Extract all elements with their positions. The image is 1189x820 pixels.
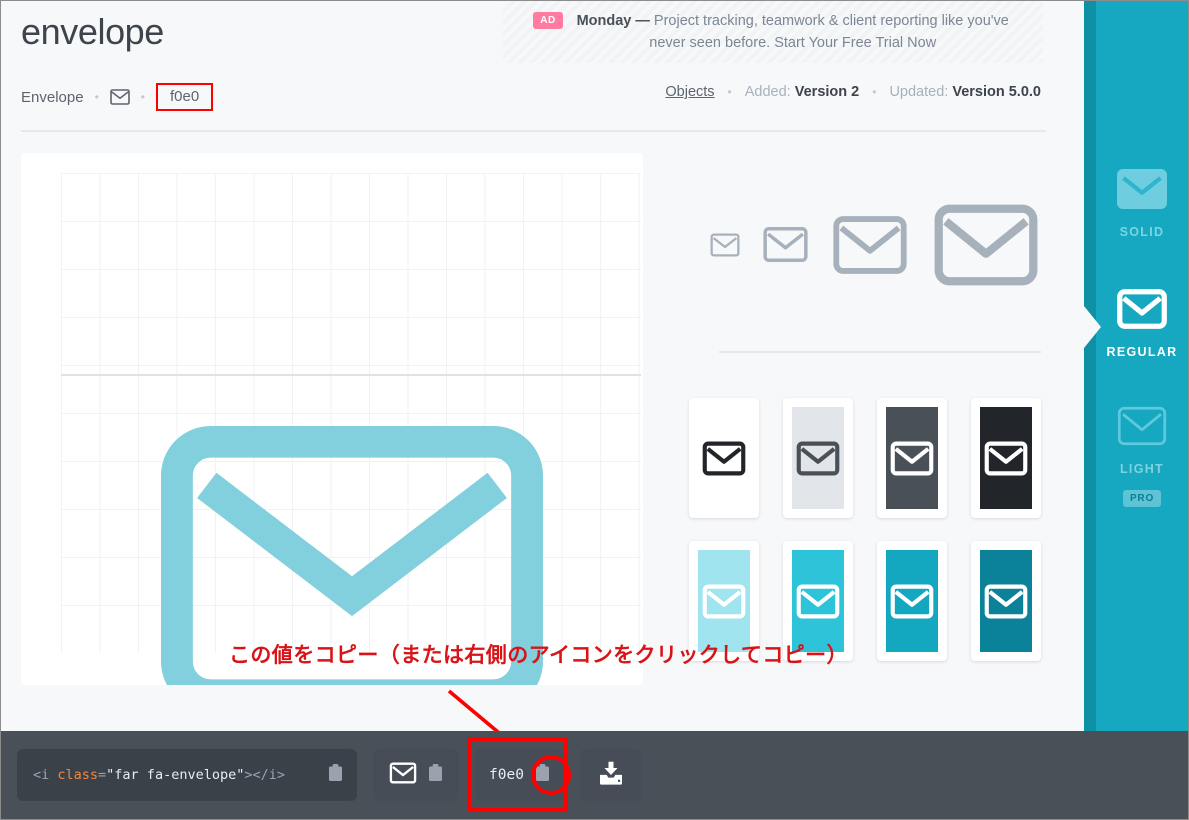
- updated-label: Updated:: [889, 84, 953, 100]
- clipboard-icon[interactable]: [428, 763, 443, 787]
- ad-brand: Monday —: [576, 12, 650, 29]
- sidebar-item-light-label: LIGHT: [1120, 462, 1164, 476]
- breadcrumb-name: Envelope: [21, 88, 84, 106]
- clipboard-icon[interactable]: [535, 763, 550, 787]
- added-value: Version 2: [794, 84, 860, 100]
- ad-banner[interactable]: AD Monday — Project tracking, teamwork &…: [503, 1, 1043, 63]
- preview-cap-line: [61, 374, 641, 376]
- breadcrumb-unicode-highlight: f0e0: [155, 83, 214, 111]
- envelope-solid-icon: [1116, 169, 1168, 214]
- white-swatch[interactable]: [689, 398, 759, 518]
- clipboard-icon[interactable]: [328, 763, 343, 787]
- sidebar-edge: [1084, 1, 1096, 746]
- icon-detail-page: AD Monday — Project tracking, teamwork &…: [0, 0, 1189, 820]
- icon-preview-panel: [21, 153, 643, 685]
- icon-size-ramp: [689, 201, 1041, 293]
- download-button[interactable]: [579, 749, 642, 801]
- sidebar-item-light[interactable]: LIGHT PRO: [1096, 406, 1188, 507]
- annotation-text: この値をコピー（または右側のアイコンをクリックしてコピー）: [229, 644, 848, 667]
- updated-value: Version 5.0.0: [952, 84, 1041, 100]
- added-version: Added: Version 2: [745, 84, 859, 100]
- snippet-close: ></i>: [244, 767, 285, 783]
- html-snippet-text: <i class="far fa-envelope"></i>: [33, 767, 285, 783]
- ad-content: AD Monday — Project tracking, teamwork &…: [533, 10, 1012, 55]
- added-label: Added:: [744, 84, 795, 100]
- envelope-regular-icon: [1116, 289, 1168, 334]
- breadcrumb: Envelope • • f0e0: [21, 83, 214, 111]
- teal-swatch[interactable]: [877, 541, 947, 661]
- preview-divider: [719, 351, 1041, 353]
- envelope-glyph-icon: [389, 761, 417, 789]
- meta-separator-1: •: [727, 85, 732, 99]
- light-gray-swatch[interactable]: [783, 398, 853, 518]
- meta-separator-2: •: [872, 85, 877, 99]
- pro-badge: PRO: [1122, 490, 1162, 507]
- ad-body: Project tracking, teamwork & client repo…: [649, 12, 1009, 51]
- style-sidebar: SOLID REGULAR LIGHT PRO: [1084, 1, 1188, 746]
- sidebar-item-regular-label: REGULAR: [1106, 345, 1178, 359]
- action-bar: <i class="far fa-envelope"></i> f0e0: [1, 731, 1188, 819]
- snippet-open: <i: [33, 767, 58, 783]
- download-icon: [596, 758, 626, 793]
- updated-version: Updated: Version 5.0.0: [889, 84, 1041, 100]
- size-sample-lg: [831, 214, 909, 281]
- snippet-equals: =: [98, 767, 107, 783]
- page-title: envelope: [21, 11, 164, 52]
- glyph-copy-button[interactable]: [373, 749, 459, 801]
- html-snippet-field[interactable]: <i class="far fa-envelope"></i>: [17, 749, 357, 801]
- size-sample-xl: [931, 201, 1041, 294]
- sidebar-item-regular[interactable]: REGULAR: [1096, 289, 1188, 359]
- color-swatch-grid: [689, 398, 1041, 661]
- snippet-attr: class: [57, 767, 99, 783]
- icon-metadata: Objects • Added: Version 2 • Updated: Ve…: [665, 84, 1041, 100]
- breadcrumb-separator-2: •: [140, 90, 145, 104]
- envelope-icon: [109, 89, 130, 105]
- dark-slate-swatch[interactable]: [877, 398, 947, 518]
- near-black-swatch[interactable]: [971, 398, 1041, 518]
- header-divider: [21, 130, 1046, 132]
- unicode-value: f0e0: [489, 767, 524, 783]
- ad-badge: AD: [533, 11, 563, 29]
- size-sample-xs: [710, 233, 740, 262]
- dark-teal-swatch[interactable]: [971, 541, 1041, 661]
- ad-text: Monday — Project tracking, teamwork & cl…: [573, 10, 1013, 55]
- category-link[interactable]: Objects: [665, 84, 714, 100]
- unicode-copy-button[interactable]: f0e0: [467, 737, 571, 812]
- snippet-value: "far fa-envelope": [106, 767, 245, 783]
- size-sample-sm: [762, 226, 809, 268]
- envelope-light-icon: [1116, 406, 1168, 451]
- sidebar-item-solid[interactable]: SOLID: [1096, 169, 1188, 239]
- breadcrumb-separator: •: [94, 90, 99, 104]
- sidebar-item-solid-label: SOLID: [1119, 225, 1165, 239]
